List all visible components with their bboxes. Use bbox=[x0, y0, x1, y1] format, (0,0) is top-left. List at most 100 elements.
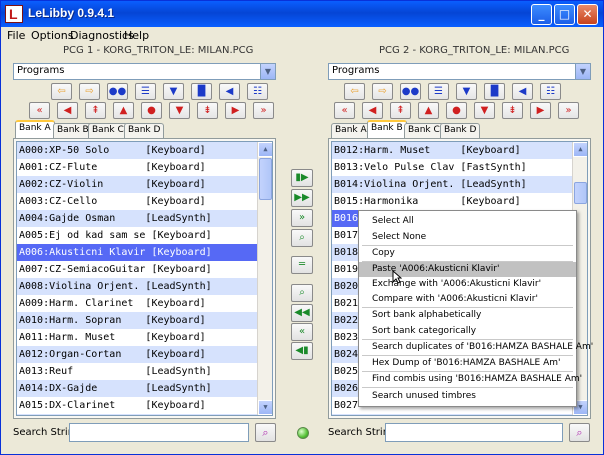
tab-bank-d[interactable]: Bank D bbox=[124, 123, 165, 139]
list-item[interactable]: A009:Harm. Clarinet [Keyboard] bbox=[17, 295, 272, 312]
list-item[interactable]: A003:CZ-Cello [Keyboard] bbox=[17, 193, 272, 210]
list-item[interactable]: A002:CZ-Violin [Keyboard] bbox=[17, 176, 272, 193]
down-double-button[interactable]: ⇟ bbox=[502, 102, 523, 119]
tab-bank-b[interactable]: Bank B bbox=[53, 123, 93, 139]
up-double-button[interactable]: ⇞ bbox=[85, 102, 106, 119]
list-item[interactable]: A011:Harm. Muset [Keyboard] bbox=[17, 329, 272, 346]
context-menu-item[interactable]: Search duplicates of 'B016:HAMZA BASHALE… bbox=[359, 340, 593, 355]
context-menu-item[interactable]: Sort bank alphabetically bbox=[359, 308, 576, 323]
tab-bank-b[interactable]: Bank B bbox=[367, 120, 407, 139]
right-search-button[interactable]: ⌕ bbox=[569, 423, 590, 442]
title-bar[interactable]: LeLibby 0.9.4.1 _ □ ✕ bbox=[1, 1, 603, 27]
scroll-thumb[interactable] bbox=[259, 158, 272, 200]
right-button[interactable]: ▶ bbox=[530, 102, 551, 119]
context-menu-item[interactable]: Sort bank categorically bbox=[359, 324, 576, 339]
double-left-button[interactable]: « bbox=[291, 323, 313, 341]
list-button[interactable]: ☰ bbox=[135, 83, 156, 100]
double-right-button[interactable]: » bbox=[291, 209, 313, 227]
tab-bank-d[interactable]: Bank D bbox=[440, 123, 481, 139]
scroll-up-icon[interactable]: ▲ bbox=[573, 142, 587, 157]
record-button[interactable]: ● bbox=[141, 102, 162, 119]
menu-file[interactable]: File bbox=[7, 29, 25, 42]
up-button[interactable]: ▲ bbox=[418, 102, 439, 119]
left-program-list[interactable]: A000:XP-50 Solo [Keyboard] A001:CZ-Flute … bbox=[16, 141, 273, 416]
tab-bank-c[interactable]: Bank C bbox=[404, 123, 444, 139]
list-item[interactable]: A016:DX-Flute [Keyboard] bbox=[17, 414, 272, 415]
context-menu-item[interactable]: Compare with 'A006:Akusticni Klavir' bbox=[359, 292, 576, 307]
down-button[interactable]: ▼ bbox=[474, 102, 495, 119]
right-button[interactable]: ▶ bbox=[225, 102, 246, 119]
context-menu-item[interactable]: Select All bbox=[359, 214, 576, 229]
left-button[interactable]: ◀ bbox=[362, 102, 383, 119]
move-left-button[interactable]: ◀◀ bbox=[291, 304, 313, 322]
list-item[interactable]: A005:Ej od kad sam se [Keyboard] bbox=[17, 227, 272, 244]
arrow-left-button[interactable]: ⇦ bbox=[51, 83, 72, 100]
context-menu-item[interactable]: Select None bbox=[359, 230, 576, 245]
right-type-select[interactable]: Programs ▼ bbox=[328, 63, 591, 80]
double-left-button[interactable]: « bbox=[334, 102, 355, 119]
list-item[interactable]: B028 bbox=[332, 414, 587, 415]
list-compact-button[interactable]: ☷ bbox=[540, 83, 561, 100]
list-item[interactable]: A006:Akusticni Klavir [Keyboard] bbox=[17, 244, 272, 261]
scroll-down-icon[interactable]: ▼ bbox=[258, 400, 272, 415]
list-item[interactable]: A012:Organ-Cortan [Keyboard] bbox=[17, 346, 272, 363]
context-menu-item[interactable]: Search unused timbres bbox=[359, 389, 576, 404]
up-button[interactable]: ▲ bbox=[113, 102, 134, 119]
list-item[interactable]: A001:CZ-Flute [Keyboard] bbox=[17, 159, 272, 176]
list-compact-button[interactable]: ☷ bbox=[247, 83, 268, 100]
list-item[interactable]: B014:Violina Orjent. [LeadSynth] bbox=[332, 176, 587, 193]
list-item[interactable]: A007:CZ-SemiacoGuitar [Keyboard] bbox=[17, 261, 272, 278]
move-right-button[interactable]: ▶▶ bbox=[291, 189, 313, 207]
arrow-left-small-button[interactable]: ◀ bbox=[219, 83, 240, 100]
list-item[interactable]: A004:Gajde Osman [LeadSynth] bbox=[17, 210, 272, 227]
list-item[interactable]: A013:Reuf [LeadSynth] bbox=[17, 363, 272, 380]
copy-left-button[interactable]: ◀▮ bbox=[291, 342, 313, 360]
triangle-down-button[interactable]: ▼ bbox=[163, 83, 184, 100]
search-swap-left-button[interactable]: ⌕ bbox=[291, 284, 313, 302]
maximize-button[interactable]: □ bbox=[554, 4, 575, 25]
up-double-button[interactable]: ⇞ bbox=[390, 102, 411, 119]
context-menu-item[interactable]: Find combis using 'B016:HAMZA BASHALE Am… bbox=[359, 372, 582, 387]
minimize-button[interactable]: _ bbox=[531, 4, 552, 25]
triangle-down-button[interactable]: ▼ bbox=[456, 83, 477, 100]
left-type-select[interactable]: Programs ▼ bbox=[13, 63, 276, 80]
dots-button[interactable]: ●● bbox=[107, 83, 128, 100]
record-button[interactable]: ● bbox=[446, 102, 467, 119]
bars-button[interactable]: ▐▌ bbox=[484, 83, 505, 100]
list-item[interactable]: B013:Velo Pulse Clav [FastSynth] bbox=[332, 159, 587, 176]
down-double-button[interactable]: ⇟ bbox=[197, 102, 218, 119]
scroll-up-icon[interactable]: ▲ bbox=[258, 142, 272, 157]
list-item[interactable]: A000:XP-50 Solo [Keyboard] bbox=[17, 142, 272, 159]
left-button[interactable]: ◀ bbox=[57, 102, 78, 119]
down-button[interactable]: ▼ bbox=[169, 102, 190, 119]
left-search-input[interactable] bbox=[69, 423, 249, 442]
list-item[interactable]: A010:Harm. Sopran [Keyboard] bbox=[17, 312, 272, 329]
dots-button[interactable]: ●● bbox=[400, 83, 421, 100]
bars-button[interactable]: ▐▌ bbox=[191, 83, 212, 100]
equal-button[interactable]: ═ bbox=[291, 256, 313, 274]
chevron-down-icon[interactable]: ▼ bbox=[260, 64, 275, 79]
tab-bank-a[interactable]: Bank A bbox=[331, 123, 371, 139]
close-button[interactable]: ✕ bbox=[577, 4, 598, 25]
tab-bank-c[interactable]: Bank C bbox=[88, 123, 128, 139]
list-item[interactable]: A015:DX-Clarinet [Keyboard] bbox=[17, 397, 272, 414]
scroll-thumb[interactable] bbox=[574, 182, 587, 204]
list-item[interactable]: A014:DX-Gajde [LeadSynth] bbox=[17, 380, 272, 397]
arrow-left-small-button[interactable]: ◀ bbox=[512, 83, 533, 100]
left-search-button[interactable]: ⌕ bbox=[255, 423, 276, 442]
left-scrollbar[interactable]: ▲ ▼ bbox=[257, 142, 272, 415]
double-right-button[interactable]: » bbox=[558, 102, 579, 119]
menu-options[interactable]: Options bbox=[31, 29, 73, 42]
list-button[interactable]: ☰ bbox=[428, 83, 449, 100]
chevron-down-icon[interactable]: ▼ bbox=[575, 64, 590, 79]
double-right-button[interactable]: » bbox=[253, 102, 274, 119]
search-swap-button[interactable]: ⌕ bbox=[291, 229, 313, 247]
arrow-left-button[interactable]: ⇦ bbox=[344, 83, 365, 100]
tab-bank-a[interactable]: Bank A bbox=[15, 120, 55, 139]
list-item[interactable]: A008:Violina Orjent. [LeadSynth] bbox=[17, 278, 272, 295]
right-search-input[interactable] bbox=[385, 423, 563, 442]
menu-help[interactable]: Help bbox=[124, 29, 149, 42]
context-menu-item[interactable]: Copy bbox=[359, 246, 576, 261]
list-item[interactable]: B015:Harmonika [Keyboard] bbox=[332, 193, 587, 210]
double-left-button[interactable]: « bbox=[29, 102, 50, 119]
